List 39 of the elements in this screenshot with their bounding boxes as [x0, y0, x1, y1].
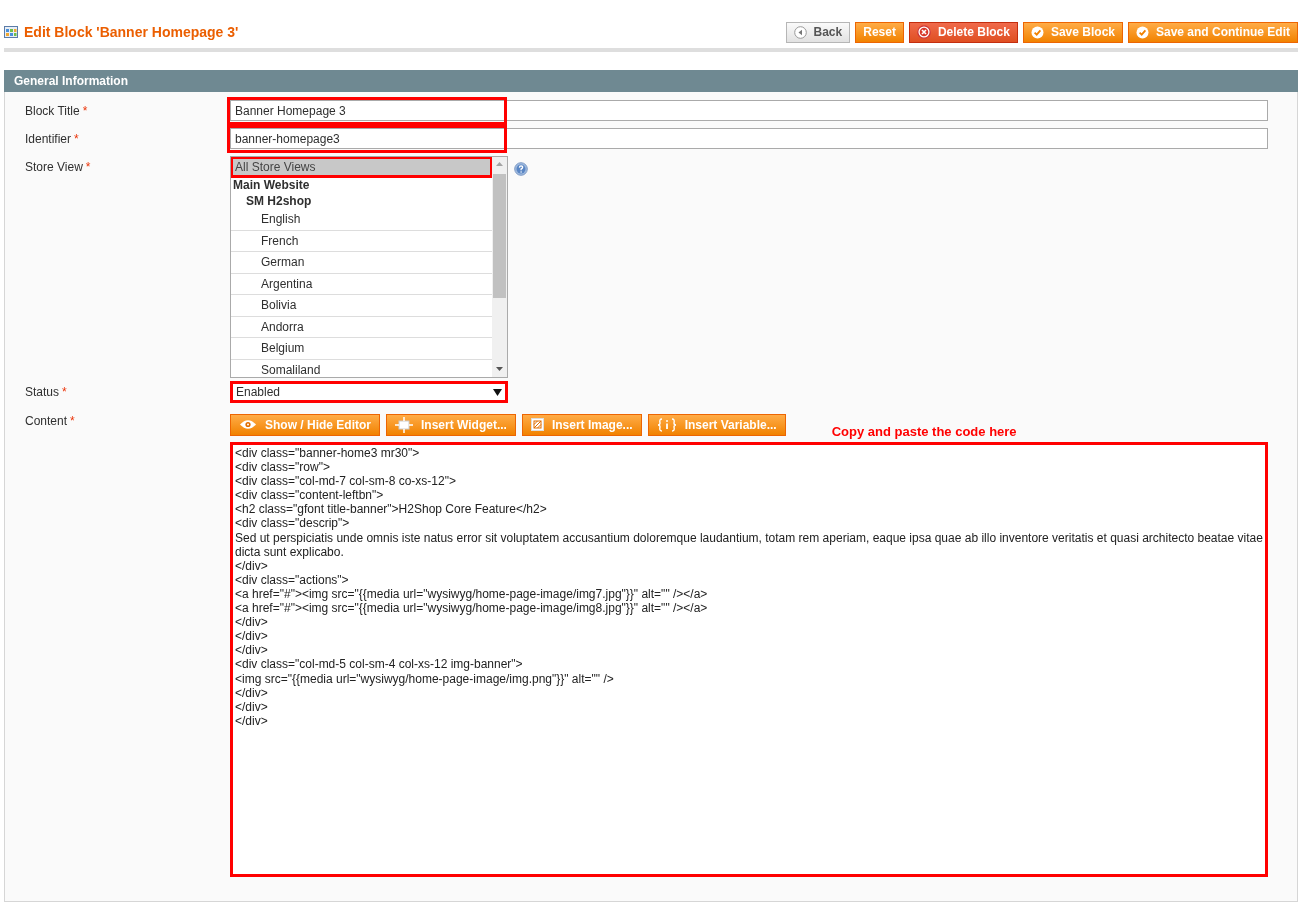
store-option[interactable]: Belgium: [231, 338, 492, 360]
required-mark: *: [70, 414, 75, 428]
text-field[interactable]: Banner Homepage 3: [230, 100, 1268, 121]
store-option[interactable]: Andorra: [231, 316, 492, 338]
store-option[interactable]: German: [231, 252, 492, 274]
store-option[interactable]: Bolivia: [231, 295, 492, 317]
required-mark: *: [85, 160, 91, 174]
store-view-list[interactable]: All Store Views Main Website SM H2shop English French German Argentina Bolivia Andorra Belgium Somaliland: [230, 156, 508, 378]
store-option[interactable]: English: [231, 209, 492, 231]
store-option[interactable]: Argentina: [231, 273, 492, 295]
grid-icon: [4, 26, 18, 38]
eye-icon: [239, 419, 257, 430]
help-icon[interactable]: [514, 162, 528, 176]
required-mark: *: [82, 104, 88, 118]
code-editor-field[interactable]: <div class="banner-home3 mr30"> <div class="row"> <div class="col-md-7 col-sm-8 co-xs-12"> <div class="content-leftbn"> <h2 class="gfont title-banner">H2Shop Core Feature</h2> <div class="descrip"> Sed ut perspiciatis unde omnis iste natus error sit voluptatem accusantium doloremque laudantium, totam rem aperiam, eaque ipsa quae ab illo inventore veritatis et quasi architecto beatae vitae dicta sunt explicabo. </div> <div class="actions"> <a href="#"><img src="{{media url="wysiwyg/home-page-image/img7.jpg"}}" alt="" /></a> <a href="#"><img src="{{media url="wysiwyg/home-page-image/img8.jpg"}}" alt="" /></a> </div> </div> </div> <div class="col-md-5 col-sm-4 col-xs-12 img-banner"> <img src="{{media url="wysiwyg/home-page-image/img.png"}}" alt="" /> </div> </div> </div>: [230, 442, 1268, 877]
status-select[interactable]: Enabled: [230, 381, 508, 403]
caret-icon: [493, 388, 502, 396]
braces-icon: [656, 417, 677, 432]
option-group-label: SM H2shop: [245, 193, 313, 209]
store-option[interactable]: French: [231, 230, 492, 252]
field-label: Status: [25, 385, 60, 399]
check-circle-icon: [1030, 25, 1044, 39]
required-mark: *: [62, 385, 67, 399]
field-label: Content: [25, 414, 68, 428]
field-label: Store View: [25, 160, 83, 174]
field-label: Identifier: [25, 132, 72, 146]
check-circle-icon: [1136, 25, 1149, 39]
annotation-note: Copy and paste the code here: [831, 423, 1017, 439]
field-label: Block Title: [25, 104, 80, 118]
image-icon: [530, 418, 544, 431]
page-title: Edit Block 'Banner Homepage 3': [24, 24, 239, 40]
required-mark: *: [74, 132, 79, 146]
widget-icon: [395, 416, 413, 433]
close-circle-icon: [916, 25, 931, 39]
back-button[interactable]: Back: [785, 21, 851, 43]
section-header: General Information: [4, 70, 1298, 92]
option-group-label: Main Website: [232, 177, 311, 193]
store-option[interactable]: All Store Views: [231, 157, 492, 177]
text-field[interactable]: banner-homepage3: [230, 128, 1268, 149]
